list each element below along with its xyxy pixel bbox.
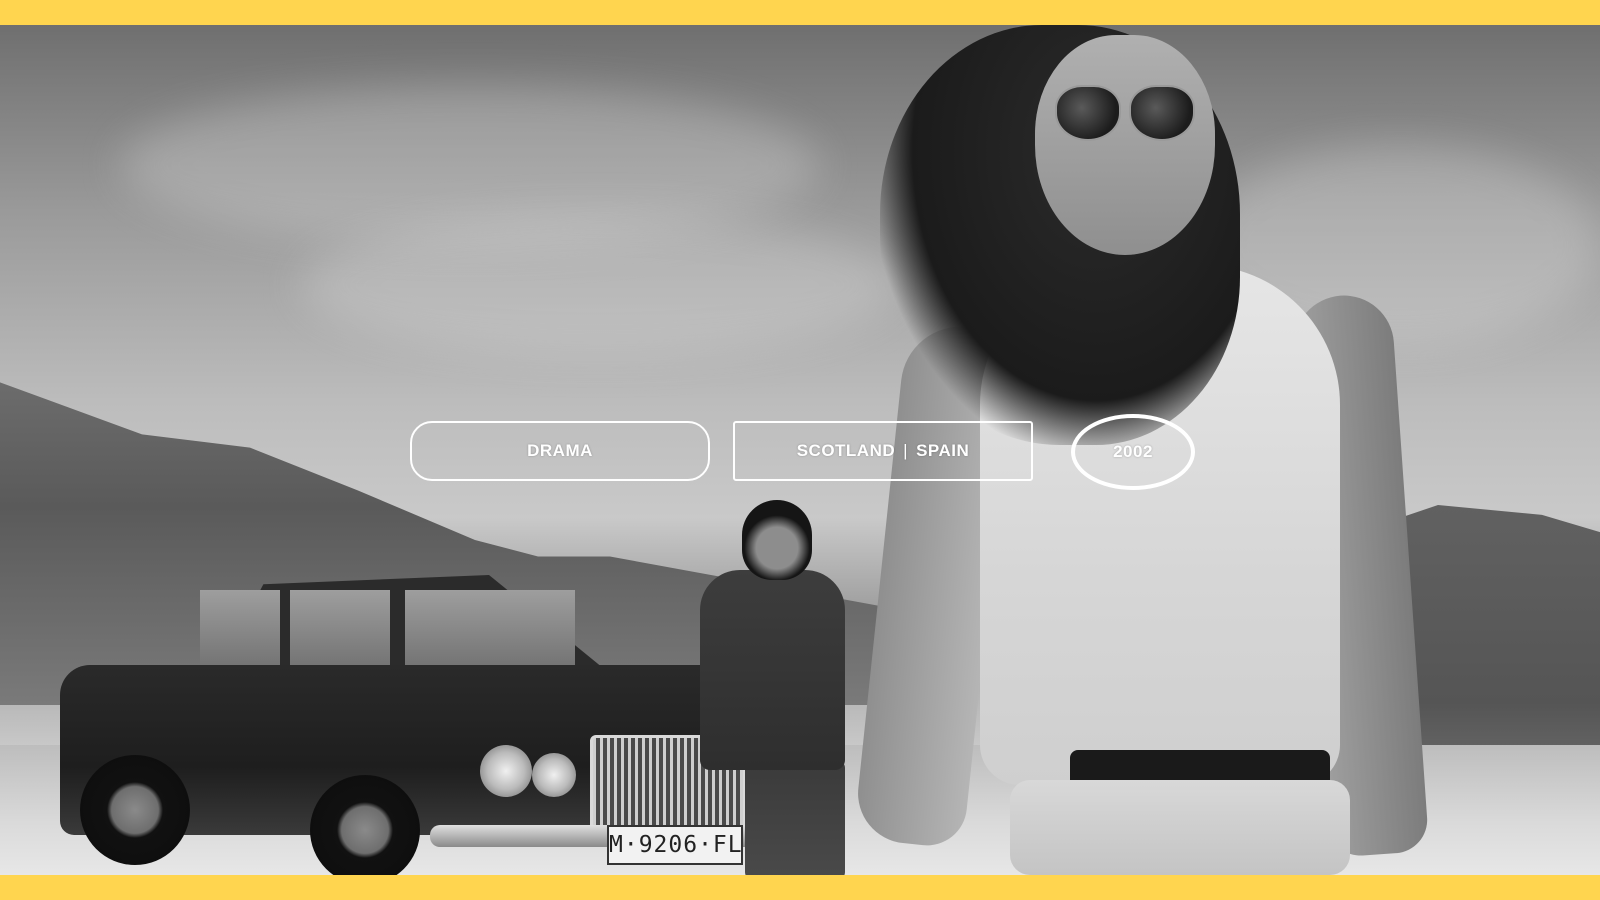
year-tag[interactable]: 2002 <box>1071 414 1195 490</box>
country-tag[interactable]: SCOTLAND | SPAIN <box>733 421 1033 481</box>
country-tag-label-1: SCOTLAND <box>796 441 896 460</box>
bottom-yellow-bar <box>0 875 1600 900</box>
year-tag-label: 2002 <box>1113 442 1153 461</box>
genre-tag[interactable]: DRAMA <box>410 421 710 481</box>
film-tags: DRAMA SCOTLAND | SPAIN 2002 <box>0 0 1600 900</box>
country-tag-label-2: SPAIN <box>916 441 970 460</box>
country-tag-separator: | <box>903 441 909 460</box>
genre-tag-label: DRAMA <box>527 441 593 460</box>
page-frame: M·9206·FL DRAMA SCOTLAND | SPAIN 2002 <box>0 0 1600 900</box>
